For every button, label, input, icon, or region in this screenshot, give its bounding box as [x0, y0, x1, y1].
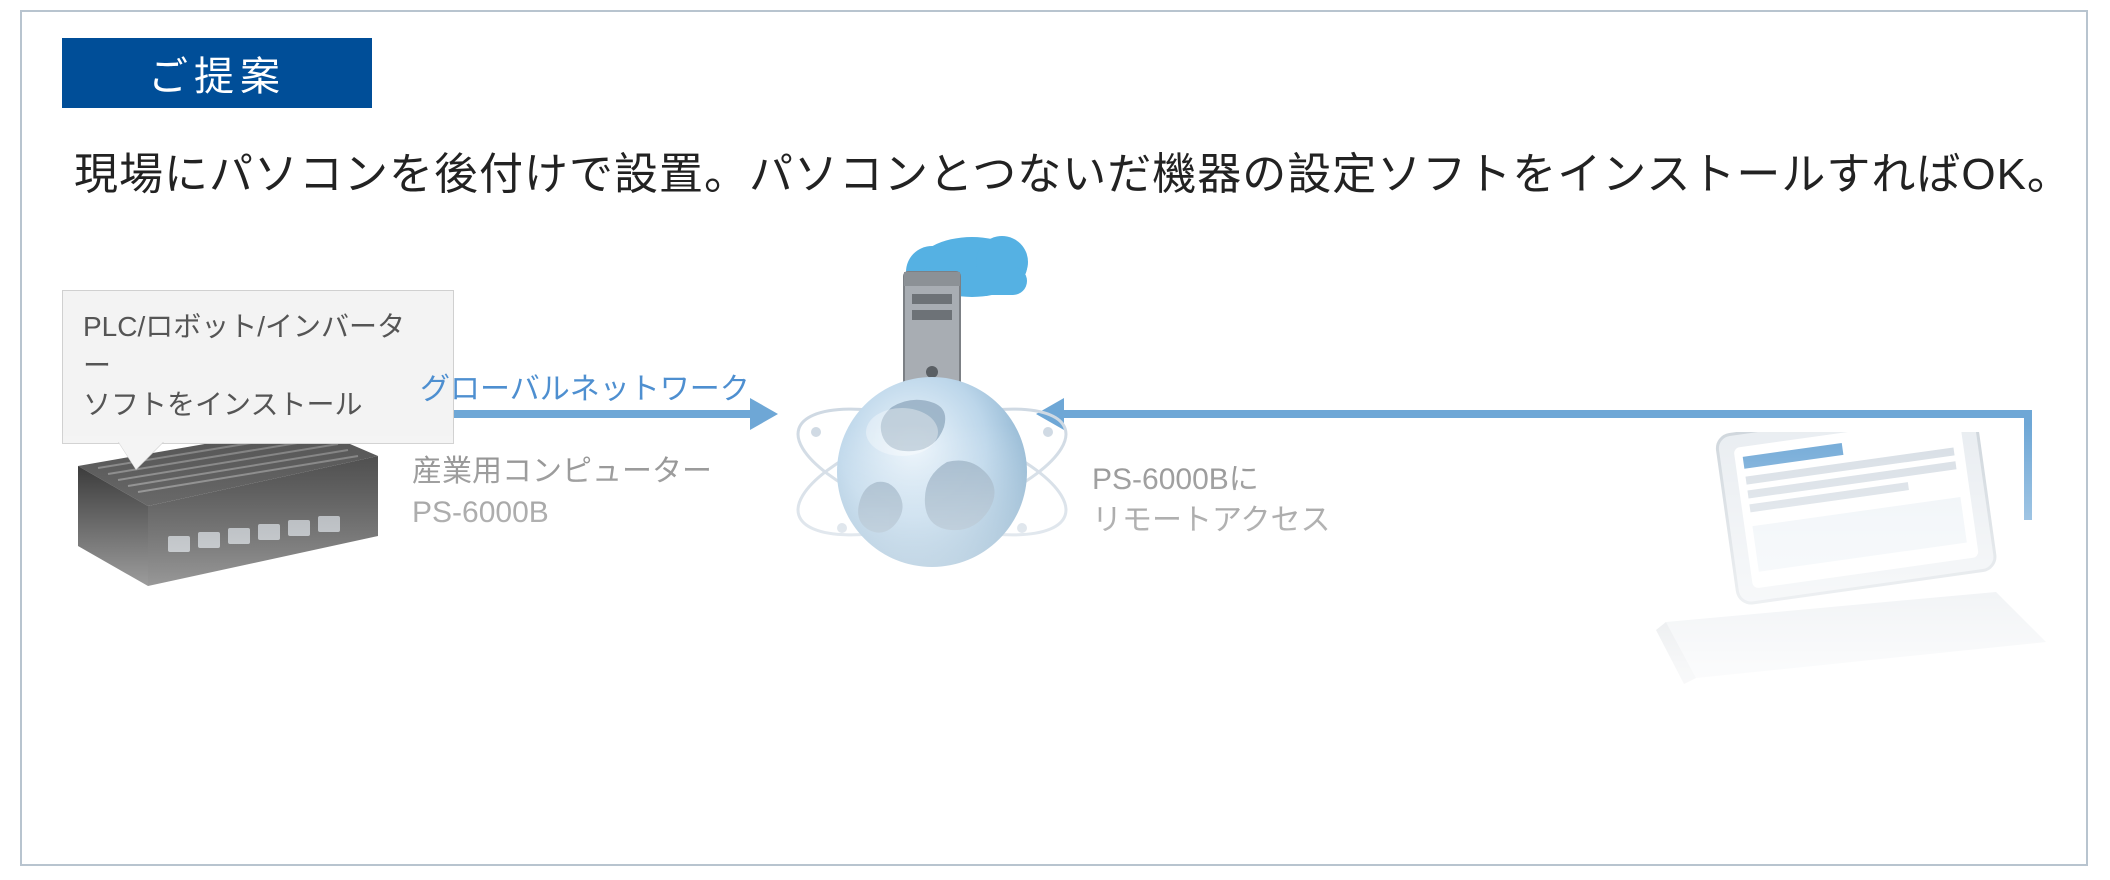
connector-right: [1062, 410, 2032, 418]
server-icon: [904, 272, 960, 392]
industrial-pc-label-line1: 産業用コンピューター: [412, 452, 712, 493]
install-callout-line1: PLC/ロボット/インバーター: [83, 307, 433, 385]
headline-text: 現場にパソコンを後付けで設置。パソコンとつないだ機器の設定ソフトをインストールす…: [74, 138, 2056, 202]
proposal-badge: ご提案: [62, 38, 372, 108]
proposal-badge-text: ご提案: [148, 44, 286, 102]
cloud-server-globe-icon: [782, 232, 1082, 612]
laptop-icon: [1636, 432, 2056, 692]
install-callout-line2: ソフトをインストール: [83, 385, 433, 424]
remote-access-label: PS-6000Bに リモートアクセス: [1092, 460, 1331, 541]
remote-access-label-line1: PS-6000Bに: [1092, 460, 1331, 501]
industrial-pc-label-line2: PS-6000B: [412, 493, 712, 534]
diagram-frame: ご提案 現場にパソコンを後付けで設置。パソコンとつないだ機器の設定ソフトをインス…: [20, 10, 2088, 866]
arrow-right-icon: [750, 398, 778, 430]
globe-icon: [837, 377, 1027, 567]
install-callout: PLC/ロボット/インバーター ソフトをインストール: [62, 290, 454, 444]
global-network-label: グローバルネットワーク: [420, 364, 750, 408]
industrial-pc-label: 産業用コンピューター PS-6000B: [412, 452, 712, 533]
remote-access-label-line2: リモートアクセス: [1092, 501, 1331, 542]
